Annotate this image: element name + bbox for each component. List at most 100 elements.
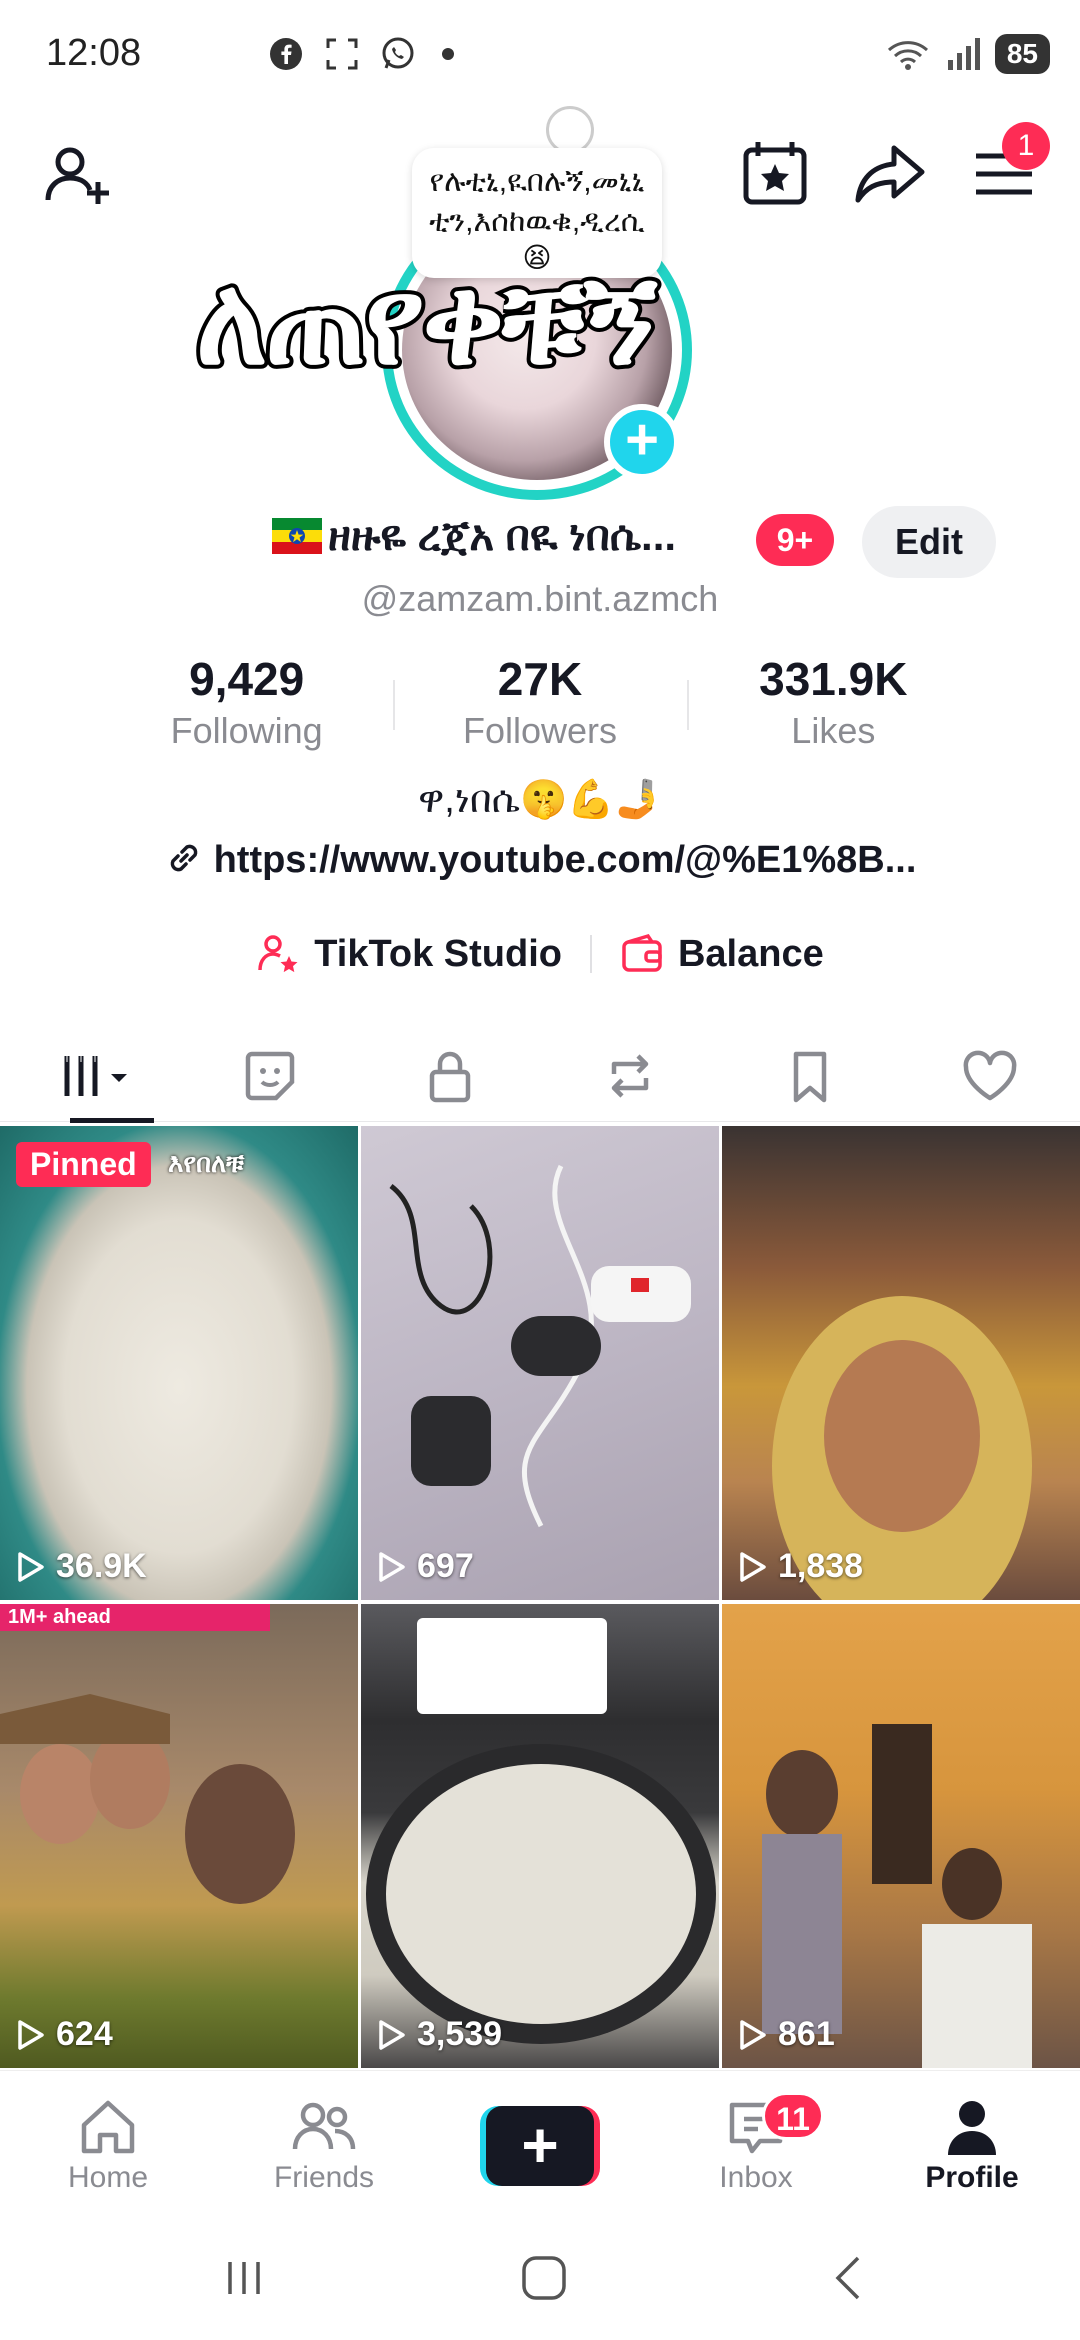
stat-following[interactable]: 9,429 Following xyxy=(100,652,393,762)
view-count: 697 xyxy=(377,1547,474,1586)
recent-apps-icon[interactable] xyxy=(214,2248,274,2308)
ethiopia-flag-icon xyxy=(272,518,322,554)
nav-home[interactable]: Home xyxy=(0,2071,216,2220)
video-thumbnail[interactable]: 1M+ ahead 624 xyxy=(0,1604,358,2068)
repost-icon xyxy=(611,1053,649,1098)
heart-icon xyxy=(963,1050,1017,1100)
tab-private[interactable] xyxy=(360,1030,540,1121)
video-thumbnail[interactable]: Pinned እየበለቹ 36.9K xyxy=(0,1126,358,1600)
tiktok-studio-label: TikTok Studio xyxy=(314,932,562,975)
avatar-sticker-text: ለጠየቀቹኝ xyxy=(192,249,661,393)
dot-icon xyxy=(442,48,454,60)
home-button-icon[interactable] xyxy=(514,2248,574,2308)
view-count-text: 3,539 xyxy=(417,2015,503,2053)
profile-bio: ዋ,ነበሴ🤫💪🤳 xyxy=(418,779,662,821)
tab-liked[interactable] xyxy=(900,1030,1080,1121)
screenshot-icon xyxy=(326,38,358,70)
video-grid: Pinned እየበለቹ 36.9K 697 1,838 1M+ ahead 6… xyxy=(0,1126,1080,2070)
view-count: 624 xyxy=(16,2015,113,2054)
display-name: ዘዙዬ ረጀአ በዪ ነበሴ... xyxy=(272,512,732,561)
stickers-icon xyxy=(245,1051,295,1100)
tab-favorites[interactable] xyxy=(720,1030,900,1121)
video-thumbnail[interactable]: 3,539 xyxy=(361,1604,719,2068)
bookmark-icon xyxy=(793,1051,827,1102)
calendar-star-icon[interactable] xyxy=(738,136,814,212)
play-icon xyxy=(18,2019,44,2050)
profile-stats: 9,429 Following 27K Followers 331.9K Lik… xyxy=(100,652,980,762)
nav-inbox[interactable]: Inbox xyxy=(648,2071,864,2220)
note-text: የሉቲኒ,ዪበሉኝ,መኒኒ ቲን,እሰከዉቁ,ዲረሲ xyxy=(429,165,645,238)
display-name-text: ዘዙዬ ረጀአ በዪ ነበሴ... xyxy=(328,512,677,559)
add-friend-icon[interactable] xyxy=(40,138,116,214)
name-row: ዘዙዬ ረጀአ በዪ ነበሴ... 9+ Edit xyxy=(0,506,1080,578)
view-count-text: 861 xyxy=(778,2015,835,2053)
studio-icon xyxy=(258,935,298,973)
profile-link[interactable]: https://www.youtube.com/@%E1%8B... xyxy=(0,838,1080,882)
view-count: 36.9K xyxy=(16,1547,147,1586)
nav-profile[interactable]: Profile xyxy=(864,2071,1080,2220)
share-icon[interactable] xyxy=(852,136,928,212)
facebook-icon xyxy=(270,38,302,70)
thumbnail-art xyxy=(0,1694,295,1904)
nav-friends[interactable]: Friends xyxy=(216,2071,432,2220)
play-icon xyxy=(379,2019,405,2050)
wifi-icon xyxy=(887,41,928,70)
play-icon xyxy=(740,1551,766,1582)
edit-profile-button[interactable]: Edit xyxy=(862,506,996,578)
tiktok-studio-button[interactable]: TikTok Studio xyxy=(228,932,590,976)
stat-label: Followers xyxy=(462,710,618,751)
menu-notification-badge: 1 xyxy=(1002,122,1050,170)
view-count-text: 36.9K xyxy=(56,1547,147,1585)
create-button[interactable]: + xyxy=(480,2105,600,2186)
system-nav-bar xyxy=(0,2220,1080,2340)
thumbnail-art xyxy=(762,1724,1032,2068)
thumbnail-art xyxy=(366,1618,716,2044)
link-icon xyxy=(170,844,197,872)
signal-icon xyxy=(947,38,980,70)
play-icon xyxy=(379,1551,405,1582)
balance-label: Balance xyxy=(677,932,824,975)
balance-button[interactable]: Balance xyxy=(592,932,852,976)
stat-value: 331.9K xyxy=(759,653,908,705)
stat-label: Following xyxy=(170,710,323,751)
tab-reposts[interactable] xyxy=(540,1030,720,1121)
view-count: 3,539 xyxy=(377,2015,502,2054)
stat-label: Likes xyxy=(791,710,876,751)
play-icon xyxy=(740,2019,766,2050)
video-caption: እየበለቹ xyxy=(168,1148,245,1178)
status-time: 12:08 xyxy=(46,32,142,74)
view-count: 861 xyxy=(738,2015,835,2054)
video-thumbnail[interactable]: 861 xyxy=(722,1604,1080,2068)
video-thumbnail[interactable]: 1,838 xyxy=(722,1126,1080,1600)
nav-inbox-label: Inbox xyxy=(719,2160,793,2194)
thumbnail-art xyxy=(389,1164,691,1528)
back-icon[interactable] xyxy=(820,2248,880,2308)
note-indicator xyxy=(546,106,594,154)
pinned-badge: Pinned xyxy=(16,1142,151,1187)
tab-stickers[interactable] xyxy=(180,1030,360,1121)
profile-tabs xyxy=(0,1030,1080,1123)
view-count-text: 697 xyxy=(417,1547,474,1585)
home-icon xyxy=(81,2100,135,2153)
stat-likes[interactable]: 331.9K Likes xyxy=(686,652,980,762)
view-count-text: 624 xyxy=(56,2015,113,2053)
creator-tools: TikTok Studio Balance xyxy=(0,922,1080,986)
friends-icon xyxy=(292,2102,356,2149)
nav-profile-label: Profile xyxy=(925,2160,1019,2194)
nav-home-label: Home xyxy=(67,2160,149,2194)
stat-value: 9,429 xyxy=(189,653,305,705)
video-thumbnail[interactable]: 697 xyxy=(361,1126,719,1600)
whatsapp-icon xyxy=(382,37,414,69)
status-bar: 12:08 85 xyxy=(0,0,1080,110)
play-icon xyxy=(18,1551,44,1582)
tab-videos[interactable] xyxy=(0,1030,180,1123)
wallet-icon xyxy=(622,933,662,972)
inbox-badge: 11 xyxy=(762,2092,824,2140)
profile-icon xyxy=(948,2100,996,2155)
thumbnail-art xyxy=(772,1296,1032,1600)
notification-badge[interactable]: 9+ xyxy=(756,514,834,566)
battery-indicator: 85 xyxy=(994,34,1050,74)
nav-create[interactable]: + xyxy=(432,2071,648,2220)
add-story-button[interactable]: + xyxy=(604,404,680,480)
stat-followers[interactable]: 27K Followers xyxy=(393,652,686,762)
